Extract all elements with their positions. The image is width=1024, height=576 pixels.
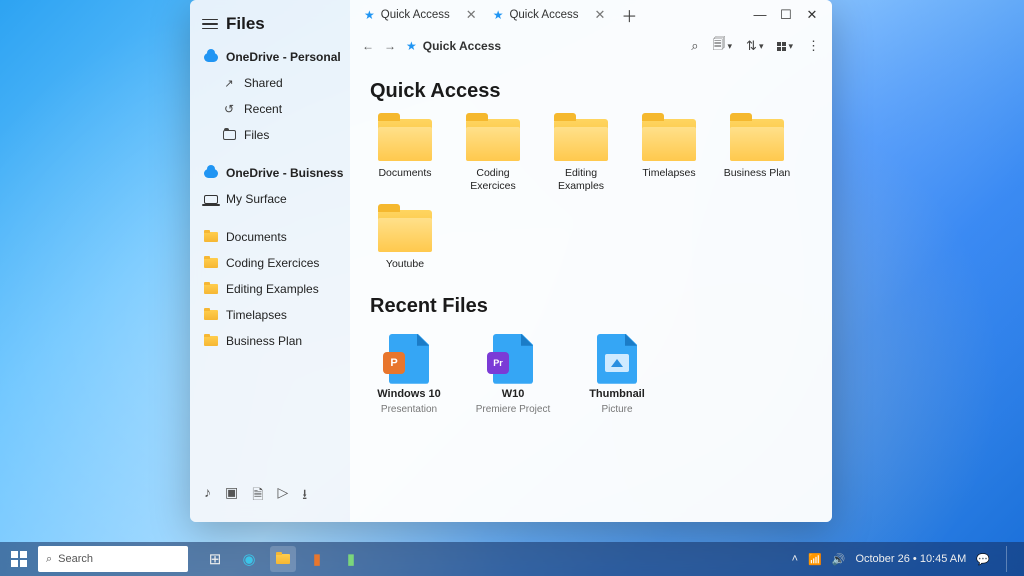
volume-icon[interactable]: 🔊	[832, 553, 846, 566]
folder-icon	[204, 282, 218, 296]
search-icon: ⌕	[46, 553, 52, 566]
tab-quick-access-1[interactable]: ★ Quick Access ✕	[356, 0, 485, 30]
sidebar: Files OneDrive - Personal Shared Recent …	[190, 0, 350, 522]
app-title: Files	[226, 14, 265, 34]
new-tab-button[interactable]: ＋	[613, 3, 645, 27]
folder-icon	[204, 256, 218, 270]
system-tray: ˄ 📶 🔊 October 26 • 10:45 AM 💬	[792, 546, 1018, 572]
file-explorer-icon[interactable]	[270, 546, 296, 572]
folder-icon	[554, 119, 608, 161]
toolbar: ← → ★ Quick Access ⌕ 🗐▾ ⇅▾ ▾ ⋮	[350, 30, 832, 62]
close-window-button[interactable]: ✕	[804, 7, 820, 23]
file-tile[interactable]: PrW10Premiere Project	[474, 334, 552, 415]
folder-icon	[466, 119, 520, 161]
document-icon[interactable]: 🗎	[252, 484, 263, 508]
close-tab-icon[interactable]: ✕	[456, 7, 477, 23]
close-tab-icon[interactable]: ✕	[585, 7, 606, 23]
sidebar-pinned-item[interactable]: Timelapses	[190, 302, 350, 328]
folder-tile[interactable]: Editing Examples	[546, 119, 616, 192]
download-icon[interactable]: ⭳	[302, 484, 307, 508]
file-tile[interactable]: PWindows 10Presentation	[370, 334, 448, 415]
folder-icon	[642, 119, 696, 161]
sidebar-files[interactable]: Files	[190, 122, 350, 148]
folder-icon	[378, 210, 432, 252]
folder-icon	[204, 230, 218, 244]
share-icon	[222, 76, 236, 90]
music-icon[interactable]: ♪	[204, 484, 211, 508]
video-icon[interactable]: ▷	[278, 484, 289, 508]
sidebar-pinned-item[interactable]: Business Plan	[190, 328, 350, 354]
show-desktop-button[interactable]	[1006, 546, 1012, 572]
star-icon: ★	[406, 39, 417, 53]
folder-tile[interactable]: Youtube	[370, 210, 440, 271]
folder-icon	[378, 119, 432, 161]
cloud-icon	[204, 50, 218, 64]
folder-tile[interactable]: Documents	[370, 119, 440, 192]
file-tile[interactable]: ThumbnailPicture	[578, 334, 656, 415]
sidebar-onedrive-personal[interactable]: OneDrive - Personal	[190, 44, 350, 70]
sidebar-shared[interactable]: Shared	[190, 70, 350, 96]
file-icon: P	[389, 334, 429, 384]
folder-icon	[730, 119, 784, 161]
folder-tile[interactable]: Coding Exercices	[458, 119, 528, 192]
cloud-icon	[204, 166, 218, 180]
hamburger-icon[interactable]	[202, 19, 218, 30]
image-icon[interactable]: ▣	[225, 484, 238, 508]
recent-files-heading: Recent Files	[370, 295, 812, 318]
star-icon: ★	[493, 8, 504, 22]
sort-button[interactable]: ⇅▾	[746, 38, 763, 54]
recent-icon	[222, 102, 236, 116]
content-area: Quick Access Documents Coding Exercices Ed…	[350, 62, 832, 522]
search-box[interactable]: ⌕ Search	[38, 546, 188, 572]
notifications-icon[interactable]: 💬	[976, 553, 990, 566]
sidebar-pinned-item[interactable]: Documents	[190, 224, 350, 250]
file-icon	[597, 334, 637, 384]
task-view-icon[interactable]: ⊞	[202, 546, 228, 572]
clipboard-button[interactable]: 🗐▾	[713, 35, 733, 57]
view-button[interactable]: ▾	[777, 41, 793, 52]
folder-icon	[204, 308, 218, 322]
app-icon[interactable]: ▮	[338, 546, 364, 572]
sidebar-my-surface[interactable]: My Surface	[190, 186, 350, 212]
main-pane: ★ Quick Access ✕ ★ Quick Access ✕ ＋ — ☐ …	[350, 0, 832, 522]
file-icon: Pr	[493, 334, 533, 384]
sidebar-onedrive-business[interactable]: OneDrive - Buisness	[190, 160, 350, 186]
search-button[interactable]: ⌕	[691, 38, 698, 54]
clock[interactable]: October 26 • 10:45 AM	[855, 553, 966, 565]
folder-icon	[222, 128, 236, 142]
sidebar-pinned-item[interactable]: Editing Examples	[190, 276, 350, 302]
start-button[interactable]	[6, 546, 32, 572]
tray-chevron-icon[interactable]: ˄	[792, 553, 798, 565]
wifi-icon[interactable]: 📶	[808, 553, 822, 566]
laptop-icon	[204, 192, 218, 206]
sidebar-recent[interactable]: Recent	[190, 96, 350, 122]
star-icon: ★	[364, 8, 375, 22]
breadcrumb[interactable]: ★ Quick Access	[406, 39, 501, 53]
tab-bar: ★ Quick Access ✕ ★ Quick Access ✕ ＋ — ☐ …	[350, 0, 832, 30]
forward-button[interactable]: →	[384, 39, 396, 53]
powerpoint-icon[interactable]: ▮	[304, 546, 330, 572]
sidebar-pinned-item[interactable]: Coding Exercices	[190, 250, 350, 276]
minimize-button[interactable]: —	[752, 7, 768, 23]
folder-tile[interactable]: Timelapses	[634, 119, 704, 192]
folder-icon	[204, 334, 218, 348]
more-button[interactable]: ⋮	[807, 38, 820, 54]
file-explorer-window: Files OneDrive - Personal Shared Recent …	[190, 0, 832, 522]
edge-icon[interactable]: ◉	[236, 546, 262, 572]
folder-tile[interactable]: Business Plan	[722, 119, 792, 192]
maximize-button[interactable]: ☐	[778, 7, 794, 23]
taskbar: ⌕ Search ⊞ ◉ ▮ ▮ ˄ 📶 🔊 October 26 • 10:4…	[0, 542, 1024, 576]
sidebar-footer: ♪ ▣ 🗎 ▷ ⭳	[190, 476, 350, 516]
tab-quick-access-2[interactable]: ★ Quick Access ✕	[485, 0, 614, 30]
back-button[interactable]: ←	[362, 39, 374, 53]
quick-access-heading: Quick Access	[370, 80, 812, 103]
